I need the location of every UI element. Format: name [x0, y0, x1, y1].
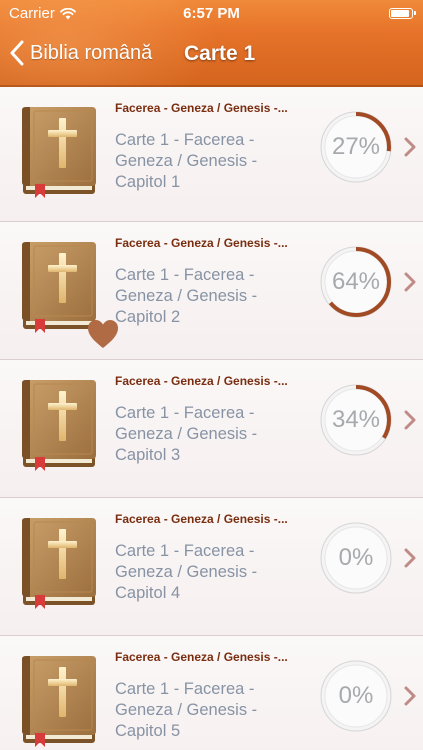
chapter-description-line: Geneza / Genesis - — [115, 701, 258, 719]
progress-percent-label: 34% — [331, 406, 381, 433]
progress-percent-label: 0% — [338, 544, 374, 571]
chapter-description-line: Capitol 4 — [115, 584, 181, 602]
chapter-description: Carte 1 - Facerea - Geneza / Genesis - C… — [115, 265, 310, 328]
progress-ring: 64% — [318, 244, 394, 320]
chapter-row-5[interactable]: Facerea - Geneza / Genesis -... Carte 1 … — [0, 636, 423, 750]
chapter-description-line: Carte 1 - Facerea - — [115, 680, 255, 698]
chapter-description: Carte 1 - Facerea - Geneza / Genesis - C… — [115, 679, 310, 742]
progress-percent-label: 27% — [331, 133, 381, 160]
chevron-right-icon — [404, 272, 416, 292]
bible-book-icon — [22, 518, 96, 609]
chapter-description-line: Capitol 5 — [115, 722, 181, 740]
chapter-description: Carte 1 - Facerea - Geneza / Genesis - C… — [115, 541, 310, 604]
bible-book-icon — [22, 380, 96, 471]
progress-ring: 34% — [318, 382, 394, 458]
chapter-book-title: Facerea - Geneza / Genesis -... — [115, 101, 288, 115]
chapter-list[interactable]: Facerea - Geneza / Genesis -... Carte 1 … — [0, 87, 423, 750]
chapter-book-title: Facerea - Geneza / Genesis -... — [115, 236, 288, 250]
chapter-row-4[interactable]: Facerea - Geneza / Genesis -... Carte 1 … — [0, 498, 423, 636]
navigation-bar: Biblia română Carte 1 — [0, 33, 423, 79]
chapter-row-1[interactable]: Facerea - Geneza / Genesis -... Carte 1 … — [0, 87, 423, 222]
chevron-right-icon — [404, 686, 416, 706]
chapter-description-line: Capitol 1 — [115, 173, 181, 191]
chevron-right-icon — [404, 548, 416, 568]
chevron-left-icon — [10, 40, 24, 66]
header: Carrier 6:57 PM Biblia română Carte 1 — [0, 0, 423, 87]
progress-ring: 0% — [318, 658, 394, 734]
chapter-description-line: Capitol 2 — [115, 308, 181, 326]
progress-ring: 27% — [318, 109, 394, 185]
chapter-description-line: Geneza / Genesis - — [115, 425, 258, 443]
chapter-description-line: Geneza / Genesis - — [115, 152, 258, 170]
chapter-description-line: Capitol 3 — [115, 446, 181, 464]
favorite-heart-icon — [88, 320, 118, 348]
chapter-description-line: Carte 1 - Facerea - — [115, 404, 255, 422]
bible-book-icon — [22, 656, 96, 747]
chapter-book-title: Facerea - Geneza / Genesis -... — [115, 374, 288, 388]
chapter-description-line: Carte 1 - Facerea - — [115, 266, 255, 284]
progress-percent-label: 64% — [331, 268, 381, 295]
chevron-right-icon — [404, 410, 416, 430]
screen: Carrier 6:57 PM Biblia română Carte 1 Fa… — [0, 0, 423, 750]
chevron-right-icon — [404, 137, 416, 157]
chapter-description: Carte 1 - Facerea - Geneza / Genesis - C… — [115, 403, 310, 466]
bible-book-icon — [22, 107, 96, 198]
back-button-label: Biblia română — [30, 41, 153, 64]
status-time: 6:57 PM — [183, 5, 240, 22]
page-title: Carte 1 — [184, 42, 256, 65]
chapter-description-line: Geneza / Genesis - — [115, 563, 258, 581]
chapter-description: Carte 1 - Facerea - Geneza / Genesis - C… — [115, 130, 310, 193]
chapter-description-line: Geneza / Genesis - — [115, 287, 258, 305]
battery-icon — [389, 8, 416, 19]
chapter-row-3[interactable]: Facerea - Geneza / Genesis -... Carte 1 … — [0, 360, 423, 498]
progress-percent-label: 0% — [338, 682, 374, 709]
chapter-book-title: Facerea - Geneza / Genesis -... — [115, 650, 288, 664]
chapter-description-line: Carte 1 - Facerea - — [115, 131, 255, 149]
chapter-row-2[interactable]: Facerea - Geneza / Genesis -... Carte 1 … — [0, 222, 423, 360]
chapter-description-line: Carte 1 - Facerea - — [115, 542, 255, 560]
back-button[interactable]: Biblia română — [10, 40, 152, 66]
status-bar: Carrier 6:57 PM — [0, 0, 423, 28]
chapter-book-title: Facerea - Geneza / Genesis -... — [115, 512, 288, 526]
progress-ring: 0% — [318, 520, 394, 596]
